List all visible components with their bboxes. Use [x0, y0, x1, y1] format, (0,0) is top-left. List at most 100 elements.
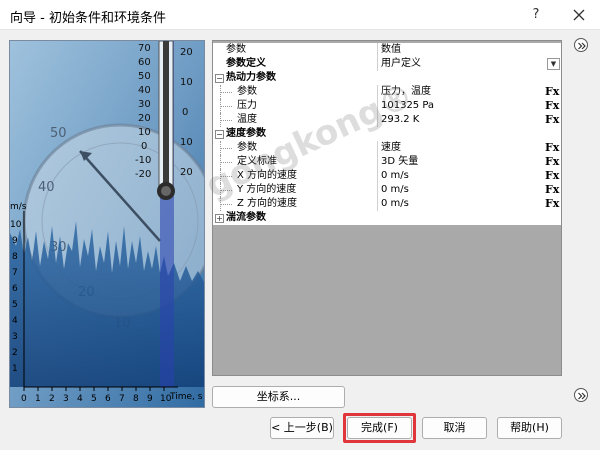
x-tick: 6	[105, 394, 111, 404]
property-grid[interactable]: 参数 数值 参数定义 用户定义 ▼ − 热动力参数 参数 压力，温度 Fx 压力…	[212, 40, 562, 376]
thermo-tick: 60	[138, 57, 151, 68]
section-name: 湍流参数	[226, 212, 266, 223]
thermo-tick: -20	[135, 169, 151, 180]
grid-section-velocity[interactable]: − 速度参数	[213, 127, 561, 141]
fx-button[interactable]: Fx	[545, 99, 559, 113]
thermo-tick: 10	[138, 127, 151, 138]
collapse-icon[interactable]: −	[215, 74, 224, 83]
row-value[interactable]: 0 m/s	[381, 183, 545, 197]
y-tick: 4	[12, 316, 18, 326]
fx-button[interactable]: Fx	[545, 85, 559, 99]
close-button[interactable]	[568, 4, 590, 26]
y-tick: 8	[12, 252, 18, 262]
x-tick: 5	[91, 394, 97, 404]
fx-button[interactable]: Fx	[545, 155, 559, 169]
row-name: 参数	[237, 141, 378, 155]
close-icon	[573, 9, 585, 21]
y-tick: 6	[12, 284, 18, 294]
scroll-down-button[interactable]	[574, 388, 588, 402]
row-value[interactable]: 0 m/s	[381, 197, 545, 211]
x-axis-label: Time, s	[169, 392, 203, 402]
fx-button[interactable]: Fx	[545, 141, 559, 155]
thermo-tick: 20	[138, 113, 151, 124]
dial-number: 40	[38, 180, 55, 195]
section-name: 热动力参数	[226, 72, 276, 83]
x-tick: 7	[119, 394, 125, 404]
thermo-tick: 70	[138, 43, 151, 54]
double-chevron-right-icon	[578, 392, 586, 400]
row-value[interactable]: 293.2 K	[381, 113, 545, 127]
x-tick: 9	[147, 394, 153, 404]
grid-row[interactable]: 定义标准 3D 矢量 Fx	[213, 155, 561, 169]
y-tick: 1	[12, 364, 18, 374]
row-name: 温度	[237, 113, 378, 127]
grid-row[interactable]: Z 方向的速度 0 m/s Fx	[213, 197, 561, 211]
window-title: 向导 - 初始条件和环境条件	[10, 11, 166, 26]
row-value[interactable]: 速度	[381, 141, 545, 155]
wizard-window: 向导 - 初始条件和环境条件 ? 50 40 30 70 60 50 40 30…	[0, 0, 600, 450]
fx-button[interactable]: Fx	[545, 169, 559, 183]
x-tick: 0	[21, 394, 27, 404]
thermo-tick: 40	[138, 85, 151, 96]
y-tick: 3	[12, 332, 18, 342]
finish-button[interactable]: 完成(F)	[347, 417, 412, 439]
row-name: 压力	[237, 99, 378, 113]
grid-header: 参数 数值	[213, 43, 561, 57]
x-tick: 8	[133, 394, 139, 404]
grid-row[interactable]: X 方向的速度 0 m/s Fx	[213, 169, 561, 183]
header-param: 参数	[226, 43, 378, 57]
row-value[interactable]: 用户定义	[381, 57, 545, 71]
grid-row[interactable]: 压力 101325 Pa Fx	[213, 99, 561, 113]
grid-row[interactable]: 温度 293.2 K Fx	[213, 113, 561, 127]
y-tick: 9	[12, 236, 18, 246]
fx-button[interactable]: Fx	[545, 113, 559, 127]
x-tick: 2	[49, 394, 55, 404]
thermo-tick-right: 20	[180, 47, 193, 58]
row-value[interactable]: 0 m/s	[381, 169, 545, 183]
x-tick: 1	[35, 394, 41, 404]
grid-section-thermo[interactable]: − 热动力参数	[213, 71, 561, 85]
thermo-tick-right: 20	[180, 167, 193, 178]
fx-button[interactable]: Fx	[545, 197, 559, 211]
row-name: 参数定义	[226, 57, 378, 71]
thermo-tick: -10	[135, 155, 151, 166]
row-name: 参数	[237, 85, 378, 99]
grid-row-definition[interactable]: 参数定义 用户定义 ▼	[213, 57, 561, 71]
section-name: 速度参数	[226, 128, 266, 139]
y-tick: 2	[12, 348, 18, 358]
fx-button[interactable]: Fx	[545, 183, 559, 197]
help-title-button[interactable]: ?	[526, 5, 546, 25]
coordinate-system-button[interactable]: 坐标系...	[212, 386, 345, 408]
dial-number: 50	[50, 126, 67, 141]
collapse-icon[interactable]: −	[215, 130, 224, 139]
row-name: 定义标准	[237, 155, 378, 169]
expand-icon[interactable]: +	[215, 214, 224, 223]
unit-label: m/s	[10, 202, 27, 212]
double-chevron-right-icon	[578, 42, 586, 50]
back-button[interactable]: < 上一步(B)	[270, 417, 334, 439]
thermo-tick-right: 0	[182, 107, 188, 118]
wizard-picture: 50 40 30 20 10 70 60 50 40 30 20 10	[9, 40, 205, 408]
grid-row[interactable]: 参数 压力，温度 Fx	[213, 85, 561, 99]
grid-row[interactable]: 参数 速度 Fx	[213, 141, 561, 155]
chevron-down-icon[interactable]: ▼	[547, 58, 560, 70]
grid-section-turbulence[interactable]: + 湍流参数	[213, 211, 561, 225]
y-tick: 7	[12, 268, 18, 278]
row-name: X 方向的速度	[237, 169, 378, 183]
y-tick: 5	[12, 300, 18, 310]
thermo-tick-right: 10	[180, 137, 193, 148]
y-tick: 10	[10, 220, 22, 230]
cancel-button[interactable]: 取消	[422, 417, 487, 439]
header-value: 数值	[381, 44, 401, 55]
thermo-tick-right: 10	[180, 77, 193, 88]
grid-row[interactable]: Y 方向的速度 0 m/s Fx	[213, 183, 561, 197]
thermo-tick: 0	[141, 141, 147, 152]
help-button[interactable]: 帮助(H)	[497, 417, 562, 439]
x-tick: 3	[63, 394, 69, 404]
row-value[interactable]: 压力，温度	[381, 85, 545, 99]
scroll-up-button[interactable]	[574, 38, 588, 52]
row-value[interactable]: 101325 Pa	[381, 99, 545, 113]
wizard-illustration: 50 40 30 20 10 70 60 50 40 30 20 10	[10, 41, 204, 407]
x-tick: 4	[77, 394, 83, 404]
row-value[interactable]: 3D 矢量	[381, 155, 545, 169]
